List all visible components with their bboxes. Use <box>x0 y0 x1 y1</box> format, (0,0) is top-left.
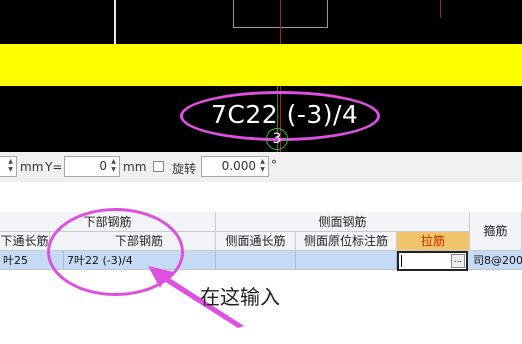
rotate-label: 旋转 <box>172 162 197 176</box>
stepper-arrows-icon[interactable]: ▲ ▼ <box>258 158 267 175</box>
beam-shape[interactable] <box>0 44 522 86</box>
column-header-side-through[interactable]: 侧面通长筋 <box>216 232 296 251</box>
group-header-side-rebar: 侧面钢筋 <box>216 212 470 232</box>
tie-bar-input[interactable]: ... <box>397 251 468 271</box>
cell-stirrup[interactable]: 司8@200 (2 <box>470 251 522 270</box>
grid-marker: 3 <box>266 128 288 150</box>
rotate-checkbox[interactable] <box>153 161 164 172</box>
rotate-angle-value[interactable]: 0.000 <box>222 157 256 176</box>
column-header-bottom-through[interactable]: 下通长筋 <box>0 232 50 251</box>
rotate-angle-stepper[interactable]: 0.000 ▲ ▼ <box>201 156 269 177</box>
column-header-tie-bar[interactable]: 拉筋 <box>397 232 470 251</box>
text-caret <box>401 255 402 267</box>
y-unit-label: mm <box>123 160 147 174</box>
degree-symbol: ° <box>271 158 277 172</box>
x-unit-label: mm <box>20 160 44 174</box>
x-offset-stepper[interactable]: ▲ ▼ <box>0 156 17 177</box>
y-offset-value[interactable]: 0 <box>99 157 107 176</box>
y-label: Y= <box>45 160 63 174</box>
callout-text: 在这输入 <box>200 285 280 309</box>
cad-viewport[interactable]: 7C22 (-3)/4 3 <box>0 0 522 152</box>
drawing-axis-red-right <box>440 0 441 18</box>
column-header-stirrup[interactable]: 箍筋 <box>470 212 522 251</box>
cell-side-original[interactable] <box>296 251 397 270</box>
ellipsis-button[interactable]: ... <box>451 254 465 268</box>
drawing-axis-white <box>114 0 116 44</box>
y-offset-stepper[interactable]: 0 ▲ ▼ <box>64 156 120 177</box>
stepper-arrows-icon[interactable]: ▲ ▼ <box>6 158 15 175</box>
coordinate-toolbar: ▲ ▼ mm Y= 0 ▲ ▼ mm 旋转 0.000 ▲ ▼ ° <box>0 152 522 182</box>
column-header-side-original[interactable]: 侧面原位标注筋 <box>296 232 397 251</box>
panel-spacer <box>0 182 522 212</box>
stepper-arrows-icon[interactable]: ▲ ▼ <box>109 158 118 175</box>
